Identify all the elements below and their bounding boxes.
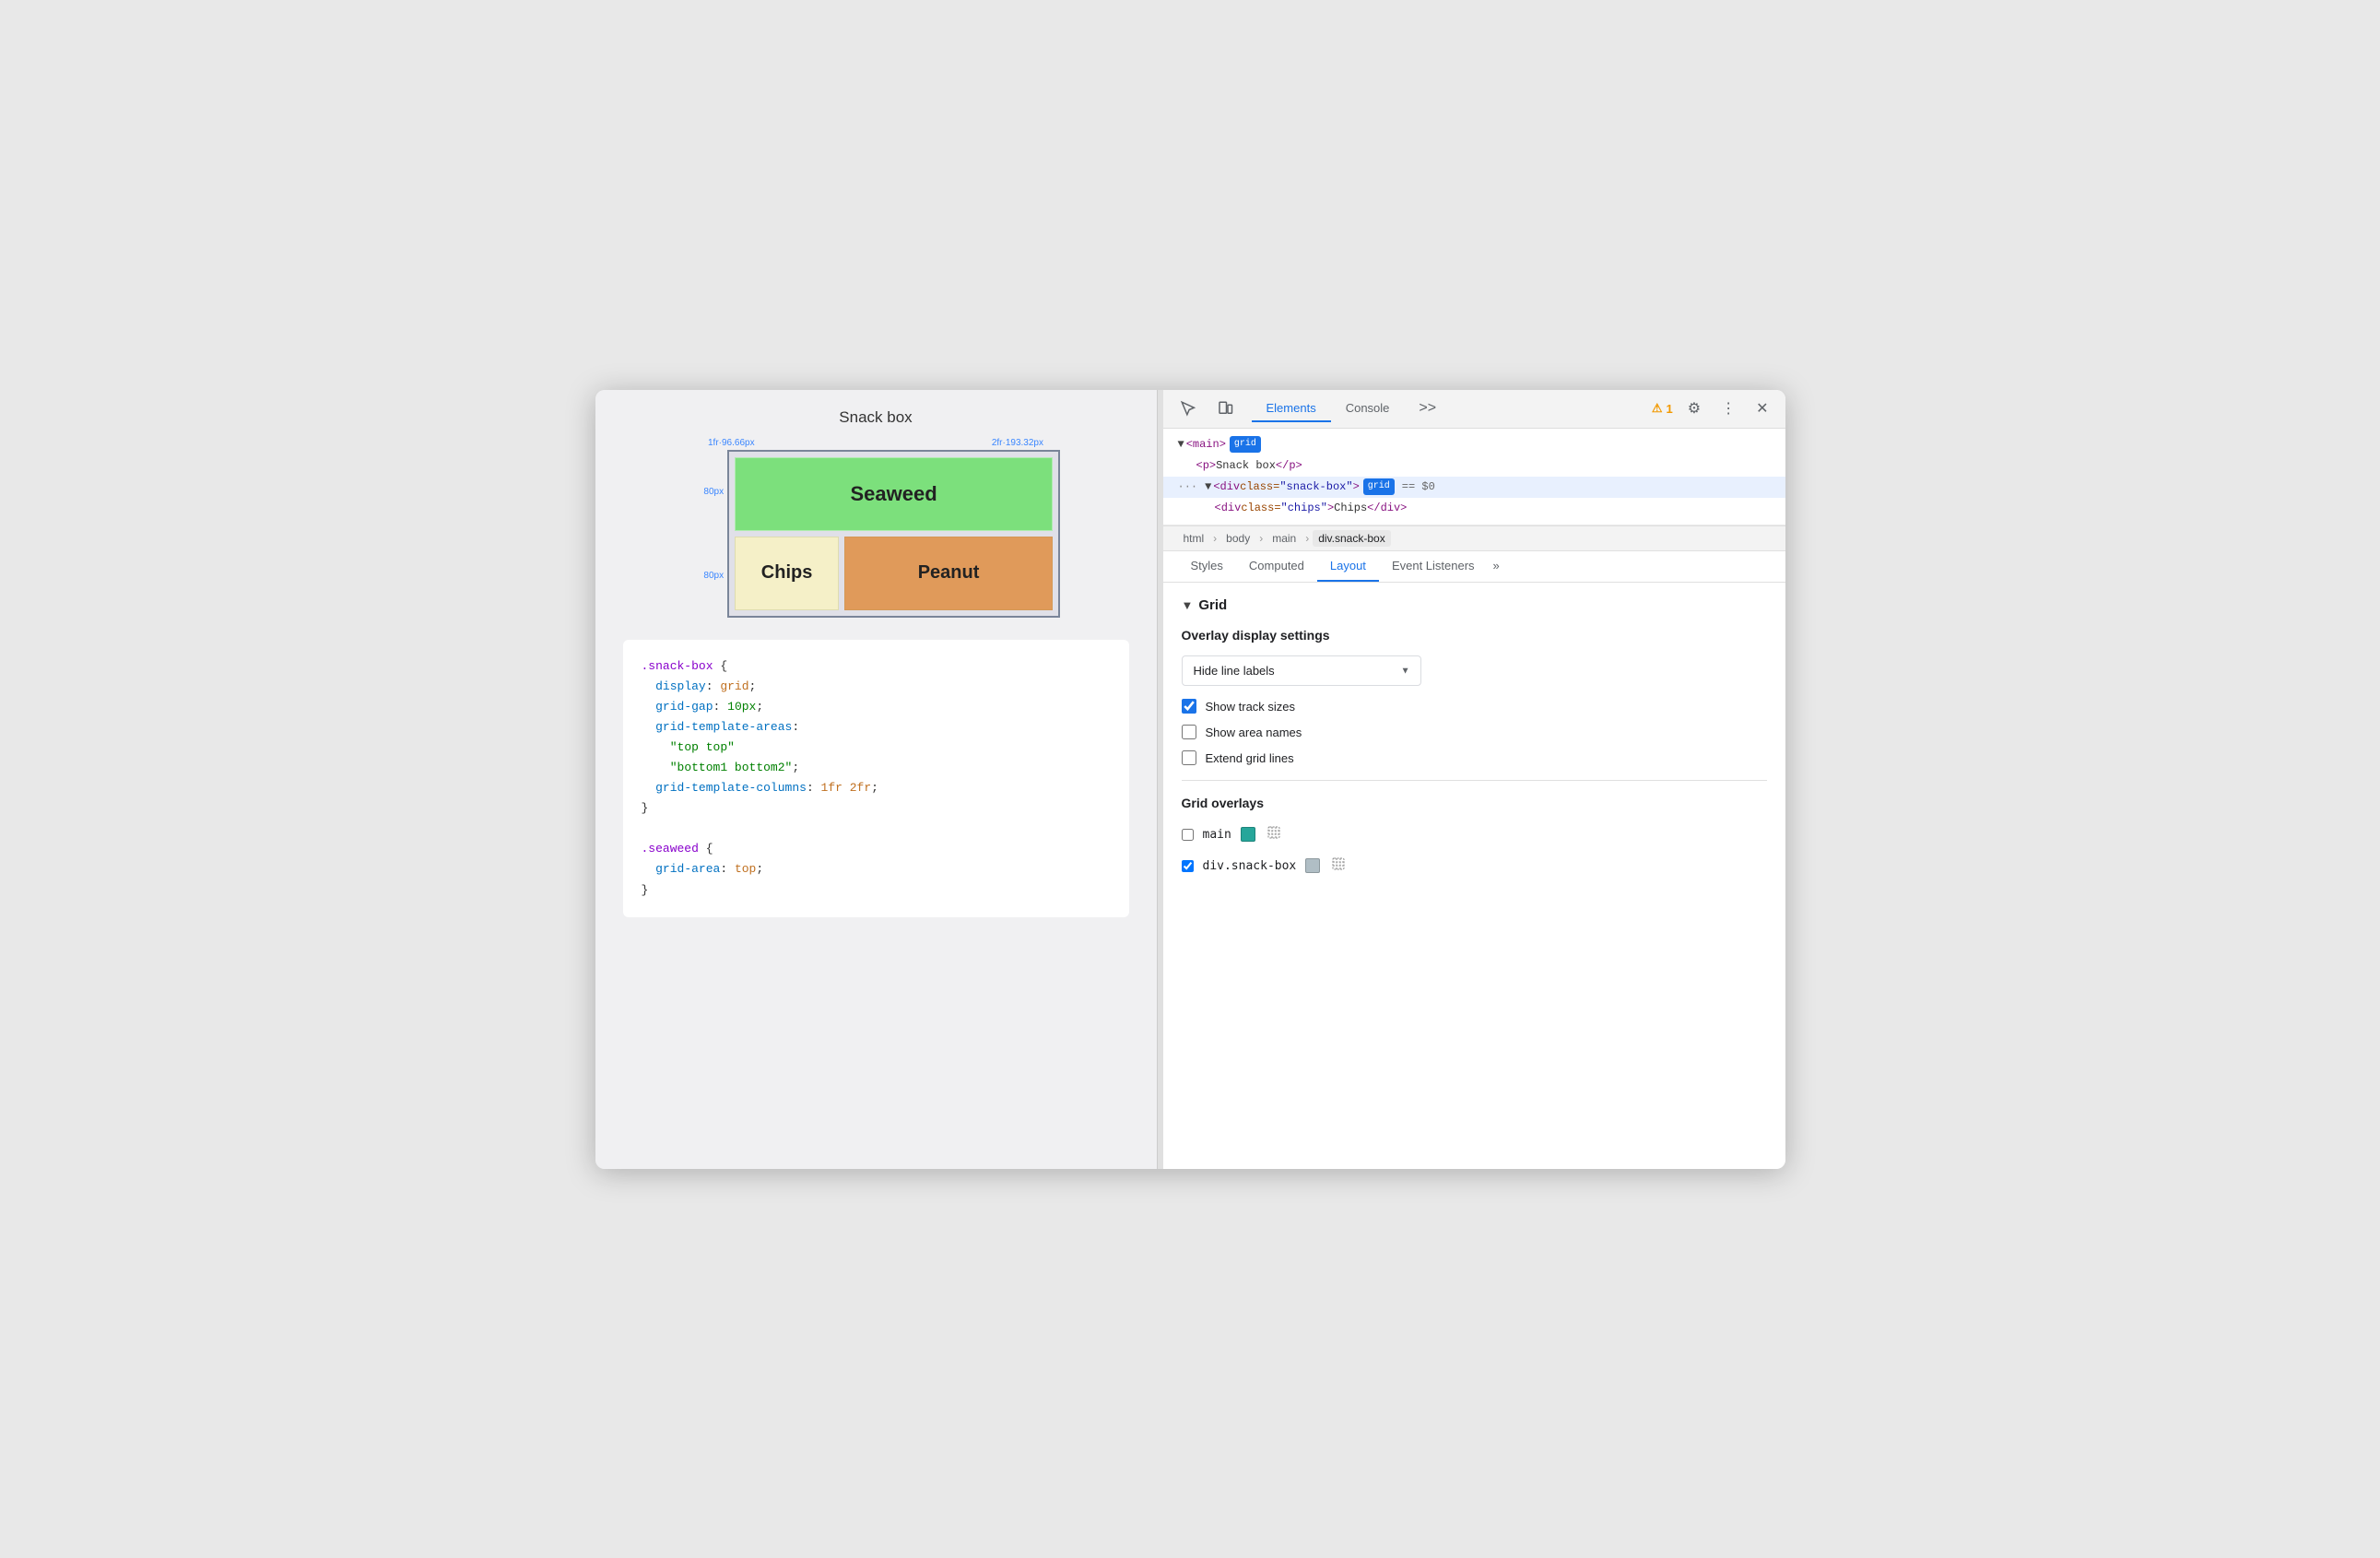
breadcrumb-html[interactable]: html xyxy=(1178,530,1210,547)
select-wrapper: Hide line labels Show line labels Show a… xyxy=(1182,655,1421,686)
dimension-top-left: 1fr·96.66px xyxy=(708,438,755,448)
warning-count: 1 xyxy=(1667,402,1673,416)
show-track-sizes-checkbox[interactable] xyxy=(1182,699,1196,714)
code-line-1: .snack-box { xyxy=(642,656,1111,677)
code-editor: .snack-box { display: grid; grid-gap: 10… xyxy=(623,640,1129,917)
line-labels-dropdown-row: Hide line labels Show line labels Show a… xyxy=(1182,655,1767,686)
browser-window: Snack box 1fr·96.66px 2fr·193.32px 80px … xyxy=(595,390,1785,1169)
dom-tree: ▼ <main> grid <p>Snack box</p> ··· ▼ <di… xyxy=(1163,429,1785,526)
tab-event-listeners[interactable]: Event Listeners xyxy=(1379,551,1488,582)
show-area-names-checkbox[interactable] xyxy=(1182,725,1196,739)
panel-tab-more[interactable]: » xyxy=(1488,551,1505,582)
dimension-top-right: 2fr·193.32px xyxy=(992,438,1043,448)
extend-grid-lines-row: Extend grid lines xyxy=(1182,750,1767,765)
devtools-main-tabs: Elements Console xyxy=(1252,395,1405,422)
code-line-9: .seaweed { xyxy=(642,839,1111,859)
grid-cell-seaweed: Seaweed xyxy=(735,457,1053,531)
dom-line-snackbox[interactable]: ··· ▼ <div class="snack-box"> grid == $0 xyxy=(1163,477,1785,498)
show-track-sizes-row: Show track sizes xyxy=(1182,699,1767,714)
warning-indicator: ⚠ 1 xyxy=(1652,401,1673,416)
overlay-main-checkbox[interactable] xyxy=(1182,829,1194,841)
badge-main: grid xyxy=(1230,436,1261,453)
code-line-10: grid-area: top; xyxy=(642,859,1111,879)
overlay-snackbox-row: div.snack-box xyxy=(1182,855,1767,877)
devtools-panel: Elements Console >> ⚠ 1 ⚙ ⋮ ✕ ▼ <main> g… xyxy=(1163,390,1785,1169)
ellipsis: ··· xyxy=(1178,478,1198,496)
code-line-2: display: grid; xyxy=(642,677,1111,697)
breadcrumb-main[interactable]: main xyxy=(1267,530,1302,547)
tab-styles[interactable]: Styles xyxy=(1178,551,1236,582)
overlay-main-row: main xyxy=(1182,823,1767,845)
tab-layout[interactable]: Layout xyxy=(1317,551,1379,582)
grid-inner: Seaweed Chips Peanut xyxy=(729,452,1058,616)
dom-line-p[interactable]: <p>Snack box</p> xyxy=(1163,455,1785,477)
grid-box: Seaweed Chips Peanut xyxy=(727,450,1060,618)
overlay-snackbox-label[interactable]: div.snack-box xyxy=(1203,859,1297,873)
code-line-11: } xyxy=(642,880,1111,901)
dom-line-chips[interactable]: <div class="chips">Chips</div> xyxy=(1163,498,1785,519)
dimension-left-top: 80px xyxy=(691,487,724,497)
grid-section-triangle[interactable]: ▼ xyxy=(1182,598,1194,612)
triangle-main[interactable]: ▼ xyxy=(1178,436,1184,454)
code-line-7: grid-template-columns: 1fr 2fr; xyxy=(642,778,1111,798)
show-area-names-label[interactable]: Show area names xyxy=(1206,726,1302,739)
show-track-sizes-label[interactable]: Show track sizes xyxy=(1206,700,1296,714)
panel-tabs: Styles Computed Layout Event Listeners » xyxy=(1163,551,1785,583)
grid-cell-chips: Chips xyxy=(735,537,839,610)
overlay-main-color xyxy=(1241,827,1255,842)
code-line-3: grid-gap: 10px; xyxy=(642,697,1111,717)
overlay-main-label[interactable]: main xyxy=(1203,828,1231,842)
tab-elements[interactable]: Elements xyxy=(1252,395,1331,422)
dimension-left-bottom: 80px xyxy=(691,571,724,581)
close-button[interactable]: ✕ xyxy=(1750,395,1773,421)
grid-preview: 1fr·96.66px 2fr·193.32px 80px 80px Seawe… xyxy=(691,438,1060,618)
more-tabs-button[interactable]: >> xyxy=(1413,396,1442,420)
section-divider xyxy=(1182,780,1767,781)
dollar-sign: == $0 xyxy=(1402,478,1435,496)
grid-cell-peanut: Peanut xyxy=(844,537,1053,610)
warning-icon: ⚠ xyxy=(1652,401,1663,416)
overlay-snackbox-color xyxy=(1305,858,1320,873)
panel-content: ▼ Grid Overlay display settings Hide lin… xyxy=(1163,583,1785,1168)
dom-line-main[interactable]: ▼ <main> grid xyxy=(1163,434,1785,455)
overlay-main-icon-btn[interactable] xyxy=(1265,823,1283,845)
triangle-snackbox[interactable]: ▼ xyxy=(1205,478,1211,496)
show-area-names-row: Show area names xyxy=(1182,725,1767,739)
left-panel: Snack box 1fr·96.66px 2fr·193.32px 80px … xyxy=(595,390,1158,1169)
badge-snackbox: grid xyxy=(1363,478,1395,495)
extend-grid-lines-label[interactable]: Extend grid lines xyxy=(1206,751,1294,765)
breadcrumb-body[interactable]: body xyxy=(1220,530,1255,547)
devtools-toolbar: Elements Console >> ⚠ 1 ⚙ ⋮ ✕ xyxy=(1163,390,1785,429)
grid-overlays-section: Grid overlays main xyxy=(1182,796,1767,877)
overlay-snackbox-checkbox[interactable] xyxy=(1182,860,1194,872)
overlay-settings-title: Overlay display settings xyxy=(1182,628,1767,643)
more-vert-button[interactable]: ⋮ xyxy=(1715,395,1741,421)
grid-section-title: Grid xyxy=(1198,597,1227,613)
extend-grid-lines-checkbox[interactable] xyxy=(1182,750,1196,765)
inspect-button[interactable] xyxy=(1174,396,1202,420)
breadcrumb-bar: html › body › main › div.snack-box xyxy=(1163,525,1785,551)
tab-console[interactable]: Console xyxy=(1331,395,1405,422)
dimension-left: 80px 80px xyxy=(691,450,724,618)
settings-button[interactable]: ⚙ xyxy=(1682,395,1706,421)
line-labels-select[interactable]: Hide line labels Show line labels Show a… xyxy=(1182,655,1421,686)
overlay-snackbox-icon-btn[interactable] xyxy=(1329,855,1348,877)
grid-section-header: ▼ Grid xyxy=(1182,597,1767,613)
tab-computed[interactable]: Computed xyxy=(1236,551,1317,582)
dimension-top-row: 1fr·96.66px 2fr·193.32px xyxy=(691,438,1060,448)
grid-preview-row: 80px 80px Seaweed Chips Peanut xyxy=(691,450,1060,618)
device-button[interactable] xyxy=(1211,396,1239,420)
code-line-6: "bottom1 bottom2"; xyxy=(642,758,1111,778)
code-line-4: grid-template-areas: xyxy=(642,717,1111,738)
code-line-5: "top top" xyxy=(642,738,1111,758)
breadcrumb-snackbox[interactable]: div.snack-box xyxy=(1313,530,1390,547)
grid-overlays-title: Grid overlays xyxy=(1182,796,1767,810)
code-line-8: } xyxy=(642,798,1111,819)
preview-title: Snack box xyxy=(623,408,1129,427)
